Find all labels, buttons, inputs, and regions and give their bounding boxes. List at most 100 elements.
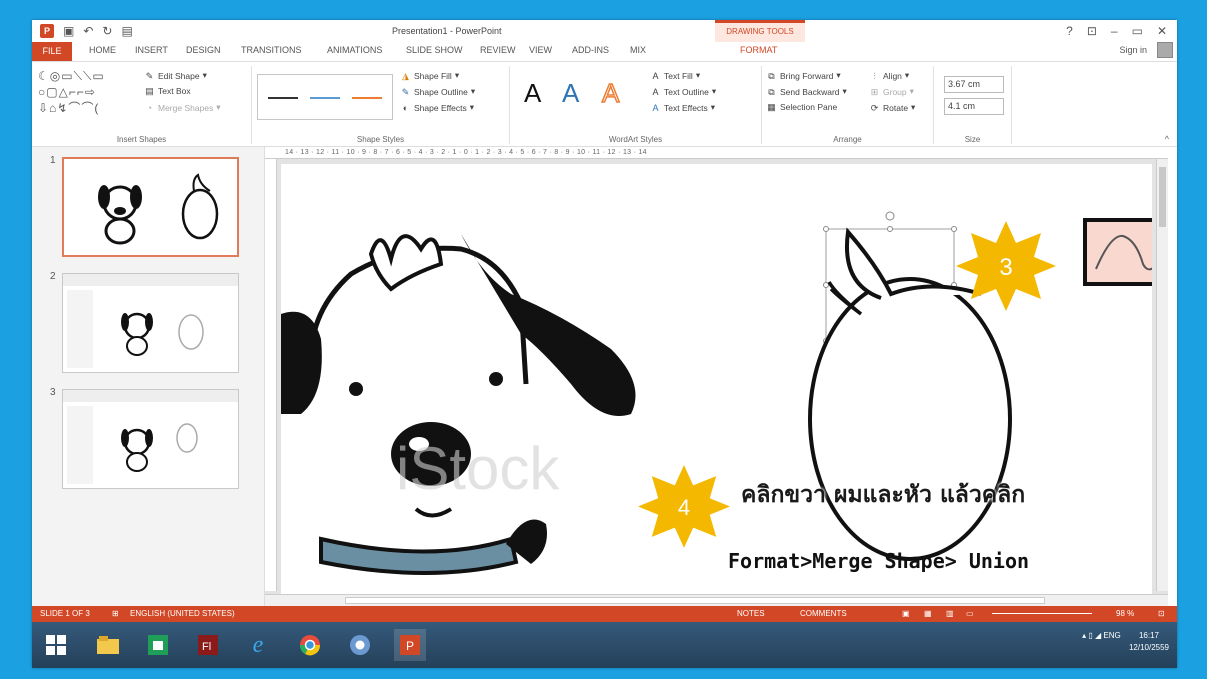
- text-fill-icon: A: [652, 70, 659, 81]
- quick-access-toolbar: P ▣ ↶ ↻ ▤: [40, 24, 133, 38]
- slide-sorter-icon[interactable]: ▦: [924, 609, 932, 618]
- chrome-icon[interactable]: [294, 629, 326, 661]
- shape-height-input[interactable]: 3.67 cm: [944, 76, 1004, 93]
- shapes-gallery[interactable]: ☾◎▭⟍⟍▭ ○▢△⌐⌐⇨ ⇩⌂↯⌒⌒(: [38, 68, 142, 124]
- thumbnail-number: 3: [50, 387, 56, 398]
- send-backward-button[interactable]: ⧉ Send Backward ▾: [766, 86, 847, 97]
- tab-mix[interactable]: MIX: [630, 45, 646, 55]
- arrange-group: ⧉ Bring Forward ▾ ⧉ Send Backward ▾ ▦ Selecti…: [762, 66, 934, 144]
- redo-icon[interactable]: ↻: [102, 24, 112, 38]
- slide-thumbnail-3[interactable]: [62, 389, 239, 489]
- tab-file[interactable]: FILE: [32, 42, 72, 61]
- shape-effects-button[interactable]: ◐ Shape Effects ▾: [400, 102, 474, 113]
- rotate-button[interactable]: ⟳ Rotate ▾: [869, 102, 916, 113]
- thumbnail-number: 1: [50, 155, 56, 166]
- style-swatch-dark[interactable]: [268, 97, 298, 99]
- undo-icon[interactable]: ↶: [83, 24, 93, 38]
- horizontal-scrollbar[interactable]: [265, 594, 1168, 606]
- maximize-button[interactable]: ▭: [1132, 24, 1143, 38]
- selection-pane-icon: ▦: [767, 102, 776, 112]
- user-avatar-icon[interactable]: [1157, 42, 1173, 58]
- format-path-instruction: Format>Merge Shape> Union: [728, 549, 1030, 573]
- slideshow-view-icon[interactable]: ▭: [966, 609, 974, 618]
- style-swatch-blue[interactable]: [310, 97, 340, 99]
- merge-shapes-icon: ◔: [146, 102, 153, 113]
- powerpoint-taskbar-icon[interactable]: P: [394, 629, 426, 661]
- shape-fill-button[interactable]: ◮ Shape Fill ▾: [400, 70, 459, 81]
- tab-animations[interactable]: ANIMATIONS: [327, 45, 382, 55]
- sign-in-link[interactable]: Sign in: [1119, 45, 1147, 55]
- text-effects-button[interactable]: A Text Effects ▾: [650, 102, 715, 113]
- horizontal-scroll-thumb[interactable]: [345, 597, 1045, 604]
- vertical-scroll-thumb[interactable]: [1159, 167, 1166, 227]
- shape-outline-button[interactable]: ✎ Shape Outline ▾: [400, 86, 475, 97]
- merge-shapes-button[interactable]: ◔ Merge Shapes ▾: [144, 102, 221, 113]
- style-swatch-orange[interactable]: [352, 97, 382, 99]
- tab-format[interactable]: FORMAT: [740, 45, 777, 55]
- text-outline-button[interactable]: A Text Outline ▾: [650, 86, 716, 97]
- start-from-beginning-icon[interactable]: ▤: [121, 24, 132, 38]
- zoom-level[interactable]: 98 %: [1116, 609, 1134, 618]
- normal-view-icon[interactable]: ▣: [902, 609, 910, 618]
- align-icon: ⫶: [873, 70, 876, 81]
- text-box-button[interactable]: ▤ Text Box: [144, 86, 190, 96]
- notes-button[interactable]: NOTES: [737, 609, 765, 618]
- spell-check-icon[interactable]: ⊞: [112, 609, 119, 618]
- ribbon-display-options-button[interactable]: ⊡: [1087, 24, 1097, 38]
- wordart-style-blue[interactable]: A: [562, 78, 579, 109]
- text-fill-button[interactable]: A Text Fill ▾: [650, 70, 700, 81]
- language-indicator[interactable]: ENGLISH (UNITED STATES): [130, 609, 235, 618]
- bring-forward-button[interactable]: ⧉ Bring Forward ▾: [766, 70, 840, 81]
- text-outline-icon: A: [652, 86, 659, 97]
- slide-thumbnail-2[interactable]: [62, 273, 239, 373]
- tab-design[interactable]: DESIGN: [186, 45, 221, 55]
- chrome-variant-icon[interactable]: [344, 629, 376, 661]
- fit-slide-icon[interactable]: ⊡: [1158, 609, 1165, 618]
- close-button[interactable]: ✕: [1157, 24, 1167, 38]
- thumbnail-number: 2: [50, 271, 56, 282]
- minimize-button[interactable]: –: [1111, 24, 1118, 38]
- help-button[interactable]: ?: [1066, 24, 1073, 38]
- tab-view[interactable]: VIEW: [529, 45, 552, 55]
- tray-icons[interactable]: ▴ ▯ ◢: [1082, 631, 1103, 640]
- windows-taskbar: Fl e P ▴ ▯ ◢ ENG 16:17 12/10/2559: [32, 622, 1177, 668]
- flash-icon[interactable]: Fl: [192, 629, 224, 661]
- slide-counter: SLIDE 1 OF 3: [40, 609, 90, 618]
- align-button[interactable]: ⫶ Align ▾: [869, 70, 909, 81]
- tab-insert[interactable]: INSERT: [135, 45, 168, 55]
- collapse-ribbon-icon[interactable]: ^: [1165, 134, 1169, 144]
- slide-thumbnail-1[interactable]: [62, 157, 239, 257]
- rotate-icon: ⟳: [870, 102, 879, 113]
- shape-width-input[interactable]: 4.1 cm: [944, 98, 1004, 115]
- comments-button[interactable]: COMMENTS: [800, 609, 847, 618]
- selection-pane-button[interactable]: ▦ Selection Pane: [766, 102, 837, 112]
- clock-date[interactable]: 12/10/2559: [1129, 642, 1169, 654]
- wordart-style-black[interactable]: A: [524, 78, 541, 109]
- reading-view-icon[interactable]: ▥: [946, 609, 954, 618]
- tab-review[interactable]: REVIEW: [480, 45, 516, 55]
- tab-add-ins[interactable]: ADD-INS: [572, 45, 609, 55]
- vertical-scrollbar[interactable]: [1156, 159, 1168, 591]
- group-button[interactable]: ⊞ Group ▾: [869, 86, 914, 97]
- slide-canvas[interactable]: iStock 3 4 คลิกขวา ผมและหัว แล้วคลิก For…: [281, 164, 1152, 594]
- arrange-label: Arrange: [833, 135, 862, 144]
- powerpoint-window: P ▣ ↶ ↻ ▤ Presentation1 - PowerPoint DRA…: [32, 20, 1177, 668]
- shape-styles-label: Shape Styles: [356, 135, 405, 144]
- input-language[interactable]: ENG: [1103, 631, 1120, 640]
- clock-time[interactable]: 16:17: [1129, 630, 1169, 642]
- wordart-style-orange[interactable]: A: [601, 77, 620, 109]
- zoom-slider[interactable]: [992, 613, 1092, 614]
- start-button[interactable]: [40, 629, 72, 661]
- title-bar: P ▣ ↶ ↻ ▤ Presentation1 - PowerPoint DRA…: [32, 20, 1177, 42]
- edit-shape-button[interactable]: ✎ Edit Shape ▾: [144, 70, 207, 81]
- shape-style-gallery[interactable]: [257, 74, 393, 120]
- save-icon[interactable]: ▣: [63, 24, 74, 38]
- step-4-star-badge: 4: [638, 464, 730, 549]
- internet-explorer-icon[interactable]: e: [242, 629, 274, 661]
- tab-home[interactable]: HOME: [89, 45, 116, 55]
- tab-slide-show[interactable]: SLIDE SHOW: [406, 45, 463, 55]
- store-icon[interactable]: [142, 629, 174, 661]
- file-explorer-icon[interactable]: [92, 629, 124, 661]
- ribbon-tabs: FILE HOME INSERT DESIGN TRANSITIONS ANIM…: [32, 42, 1177, 61]
- tab-transitions[interactable]: TRANSITIONS: [241, 45, 302, 55]
